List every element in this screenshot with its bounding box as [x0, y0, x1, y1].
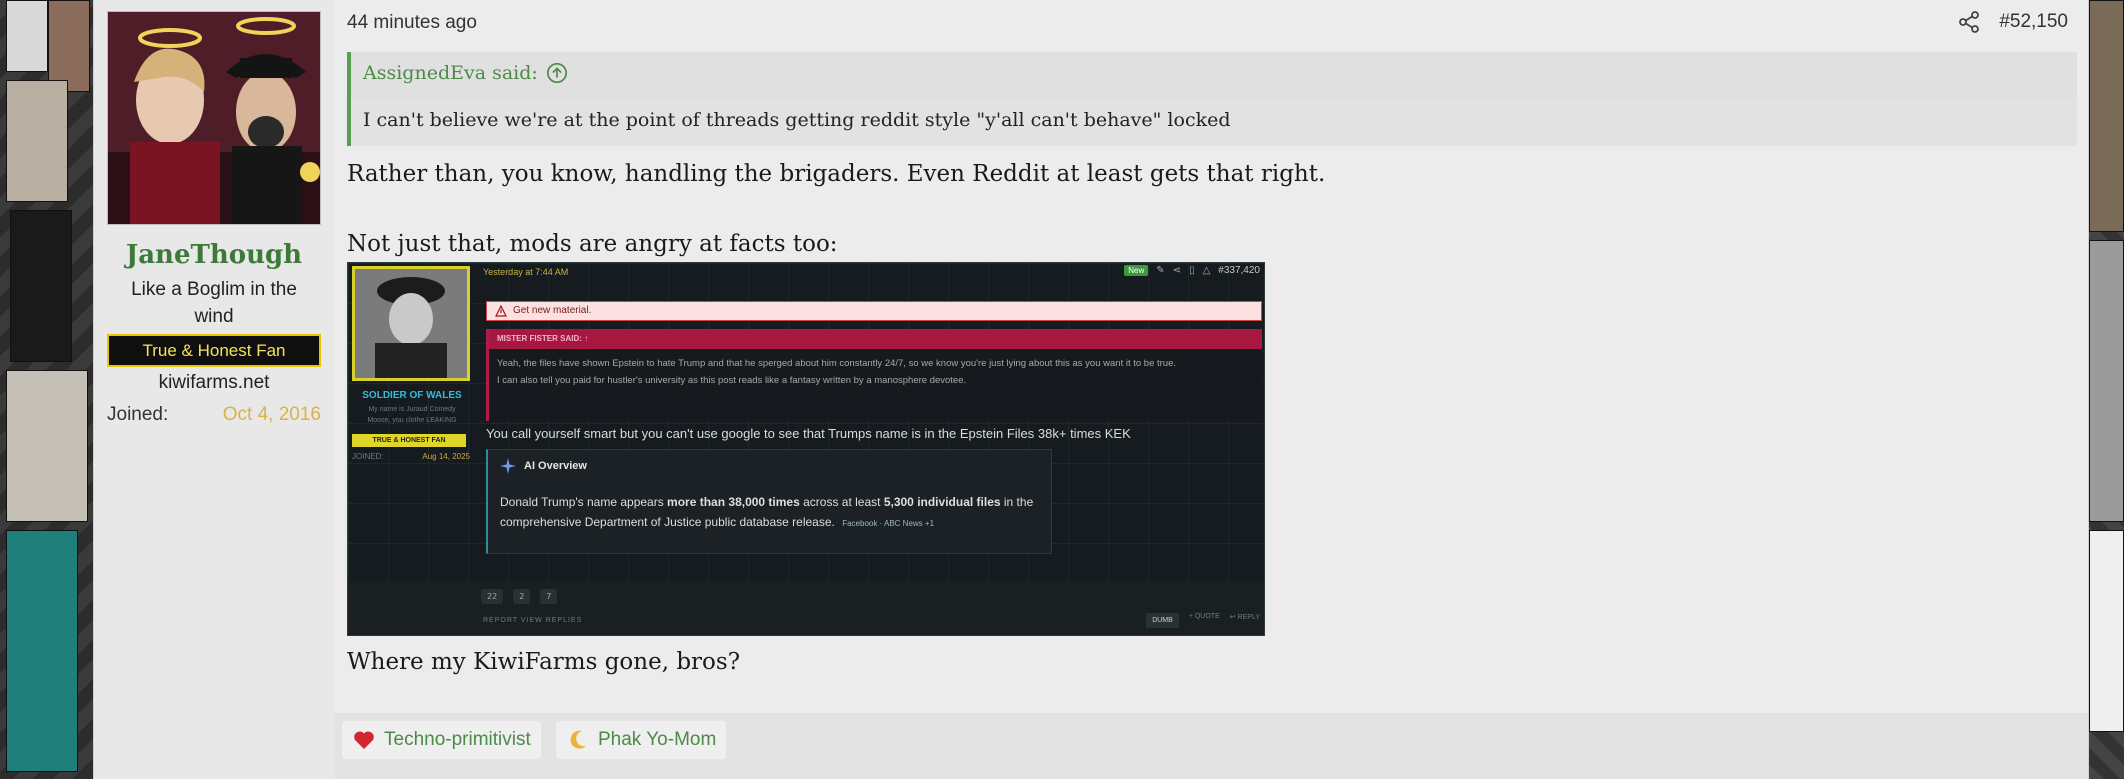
sparkle-icon	[500, 458, 516, 474]
ss-bookmark-icon: ▯	[1189, 265, 1195, 276]
ss-quote-text: Yeah, the files have shown Epstein to ha…	[497, 355, 1257, 389]
ss-reply-button: ↩ REPLY	[1229, 614, 1260, 621]
ss-share-icon: ⋖	[1172, 265, 1182, 276]
quote-author[interactable]: AssignedEva said:	[363, 62, 538, 84]
ss-reaction-count: 22	[481, 589, 504, 604]
ss-quote-header: MISTER FISTER SAID: ↑	[489, 329, 1262, 349]
quote-text: I can't believe we're at the point of th…	[351, 99, 2077, 146]
left-background	[0, 0, 93, 779]
ss-quote-block: MISTER FISTER SAID: ↑ Yeah, the files ha…	[486, 329, 1262, 421]
post-timestamp[interactable]: 44 minutes ago	[347, 12, 477, 34]
user-banner: True & Honest Fan	[107, 334, 321, 367]
ss-post-actions: New ✎ ⋖ ▯ △ #337,420	[1124, 265, 1260, 276]
quote-header: AssignedEva said:	[363, 62, 568, 84]
user-info-panel: JaneThough Like a Boglim in the wind Tru…	[94, 0, 334, 779]
ss-actions: DUMB + QUOTE ↩ REPLY	[1146, 613, 1260, 628]
ss-post-number: #337,420	[1218, 265, 1260, 276]
ss-banner: TRUE & HONEST FAN	[352, 434, 466, 447]
ss-ai-header: AI Overview	[500, 458, 587, 474]
user-title: Like a Boglim in the wind	[131, 279, 297, 327]
right-background	[2087, 0, 2124, 779]
message-content: 44 minutes ago #52,150 AssignedEva said:…	[334, 0, 2088, 779]
ss-quote-button: + QUOTE	[1188, 613, 1220, 620]
username[interactable]: JaneThough	[94, 240, 334, 270]
user-site: kiwifarms.net	[158, 372, 270, 393]
joined-label: Joined:	[107, 404, 169, 425]
reaction-techno-primitivist[interactable]: Techno-primitivist	[342, 721, 541, 759]
ss-mod-alert: Get new material.	[486, 301, 1262, 321]
ss-quote-line: Yeah, the files have shown Epstein to ha…	[497, 358, 1177, 369]
ss-avatar-image	[355, 269, 467, 378]
ss-username: SOLDIER OF WALES	[362, 390, 462, 401]
ss-alert-icon	[495, 305, 507, 317]
ss-warning-icon: △	[1202, 265, 1211, 276]
ss-ai-bold: more than 38,000 times	[667, 495, 800, 509]
moon-icon	[570, 730, 586, 749]
ss-alert-text: Get new material.	[513, 305, 592, 316]
heart-icon	[354, 731, 374, 749]
avatar[interactable]	[107, 11, 321, 225]
avatar-image	[108, 12, 320, 224]
ss-links: REPORT VIEW REPLIES	[483, 617, 583, 624]
ss-ai-title: AI Overview	[524, 460, 587, 472]
ss-quote-line: I can also tell you paid for hustler's u…	[497, 375, 967, 386]
post-paragraph: Rather than, you know, handling the brig…	[347, 161, 1326, 187]
quote-block: AssignedEva said: I can't believe we're …	[347, 52, 2077, 146]
ss-dumb-button: DUMB	[1146, 613, 1179, 628]
ss-post-text: You call yourself smart but you can't us…	[486, 426, 1131, 441]
reactions-bar: Techno-primitivist Phak Yo-Mom	[334, 713, 2088, 779]
forum-post: JaneThough Like a Boglim in the wind Tru…	[93, 0, 2089, 779]
reaction-label: Techno-primitivist	[384, 729, 531, 750]
ss-joined-label: JOINED:	[352, 452, 384, 461]
ss-reaction-count: 2	[513, 589, 531, 604]
share-icon[interactable]	[1957, 10, 1981, 34]
ss-ai-body: Donald Trump's name appears more than 38…	[500, 492, 1060, 534]
ss-reaction-count: 7	[540, 589, 558, 604]
ss-timestamp: Yesterday at 7:44 AM	[483, 267, 569, 277]
ss-post-footer: 22 2 7 REPORT VIEW REPLIES DUMB + QUOTE …	[348, 581, 1264, 635]
ss-reactions: 22 2 7	[481, 589, 558, 604]
ss-avatar	[352, 266, 470, 381]
ss-ai-bold: 5,300 individual files	[883, 495, 1001, 509]
reaction-label: Phak Yo-Mom	[598, 729, 717, 750]
jump-to-quote-icon[interactable]	[546, 62, 568, 84]
post-number-link[interactable]: #52,150	[1999, 11, 2068, 33]
ss-user-title: Moose, you clothe LEAKING	[367, 417, 457, 424]
joined-date: Oct 4, 2016	[222, 404, 321, 425]
post-paragraph: Where my KiwiFarms gone, bros?	[347, 649, 741, 675]
ss-joined-date: Aug 14, 2025	[422, 452, 470, 461]
post-actions: #52,150	[1957, 10, 2068, 34]
ss-new-badge: New	[1124, 265, 1149, 276]
ss-joined: Aug 14, 2025 JOINED:	[352, 452, 470, 461]
ss-ai-source: Facebook · ABC News +1	[842, 519, 935, 528]
ss-edit-icon: ✎	[1156, 265, 1165, 276]
ss-ai-text: Donald Trump's name appears	[500, 495, 668, 509]
embedded-screenshot-image[interactable]: SOLDIER OF WALES My name is Juraud Comed…	[347, 262, 1265, 636]
reaction-phak-yo-mom[interactable]: Phak Yo-Mom	[556, 721, 727, 759]
ss-ai-text: across at least	[799, 495, 884, 509]
ss-user-title: My name is Juraud Comedy	[368, 406, 456, 413]
post-paragraph: Not just that, mods are angry at facts t…	[347, 231, 838, 257]
ss-ai-overview: AI Overview Donald Trump's name appears …	[486, 449, 1052, 554]
